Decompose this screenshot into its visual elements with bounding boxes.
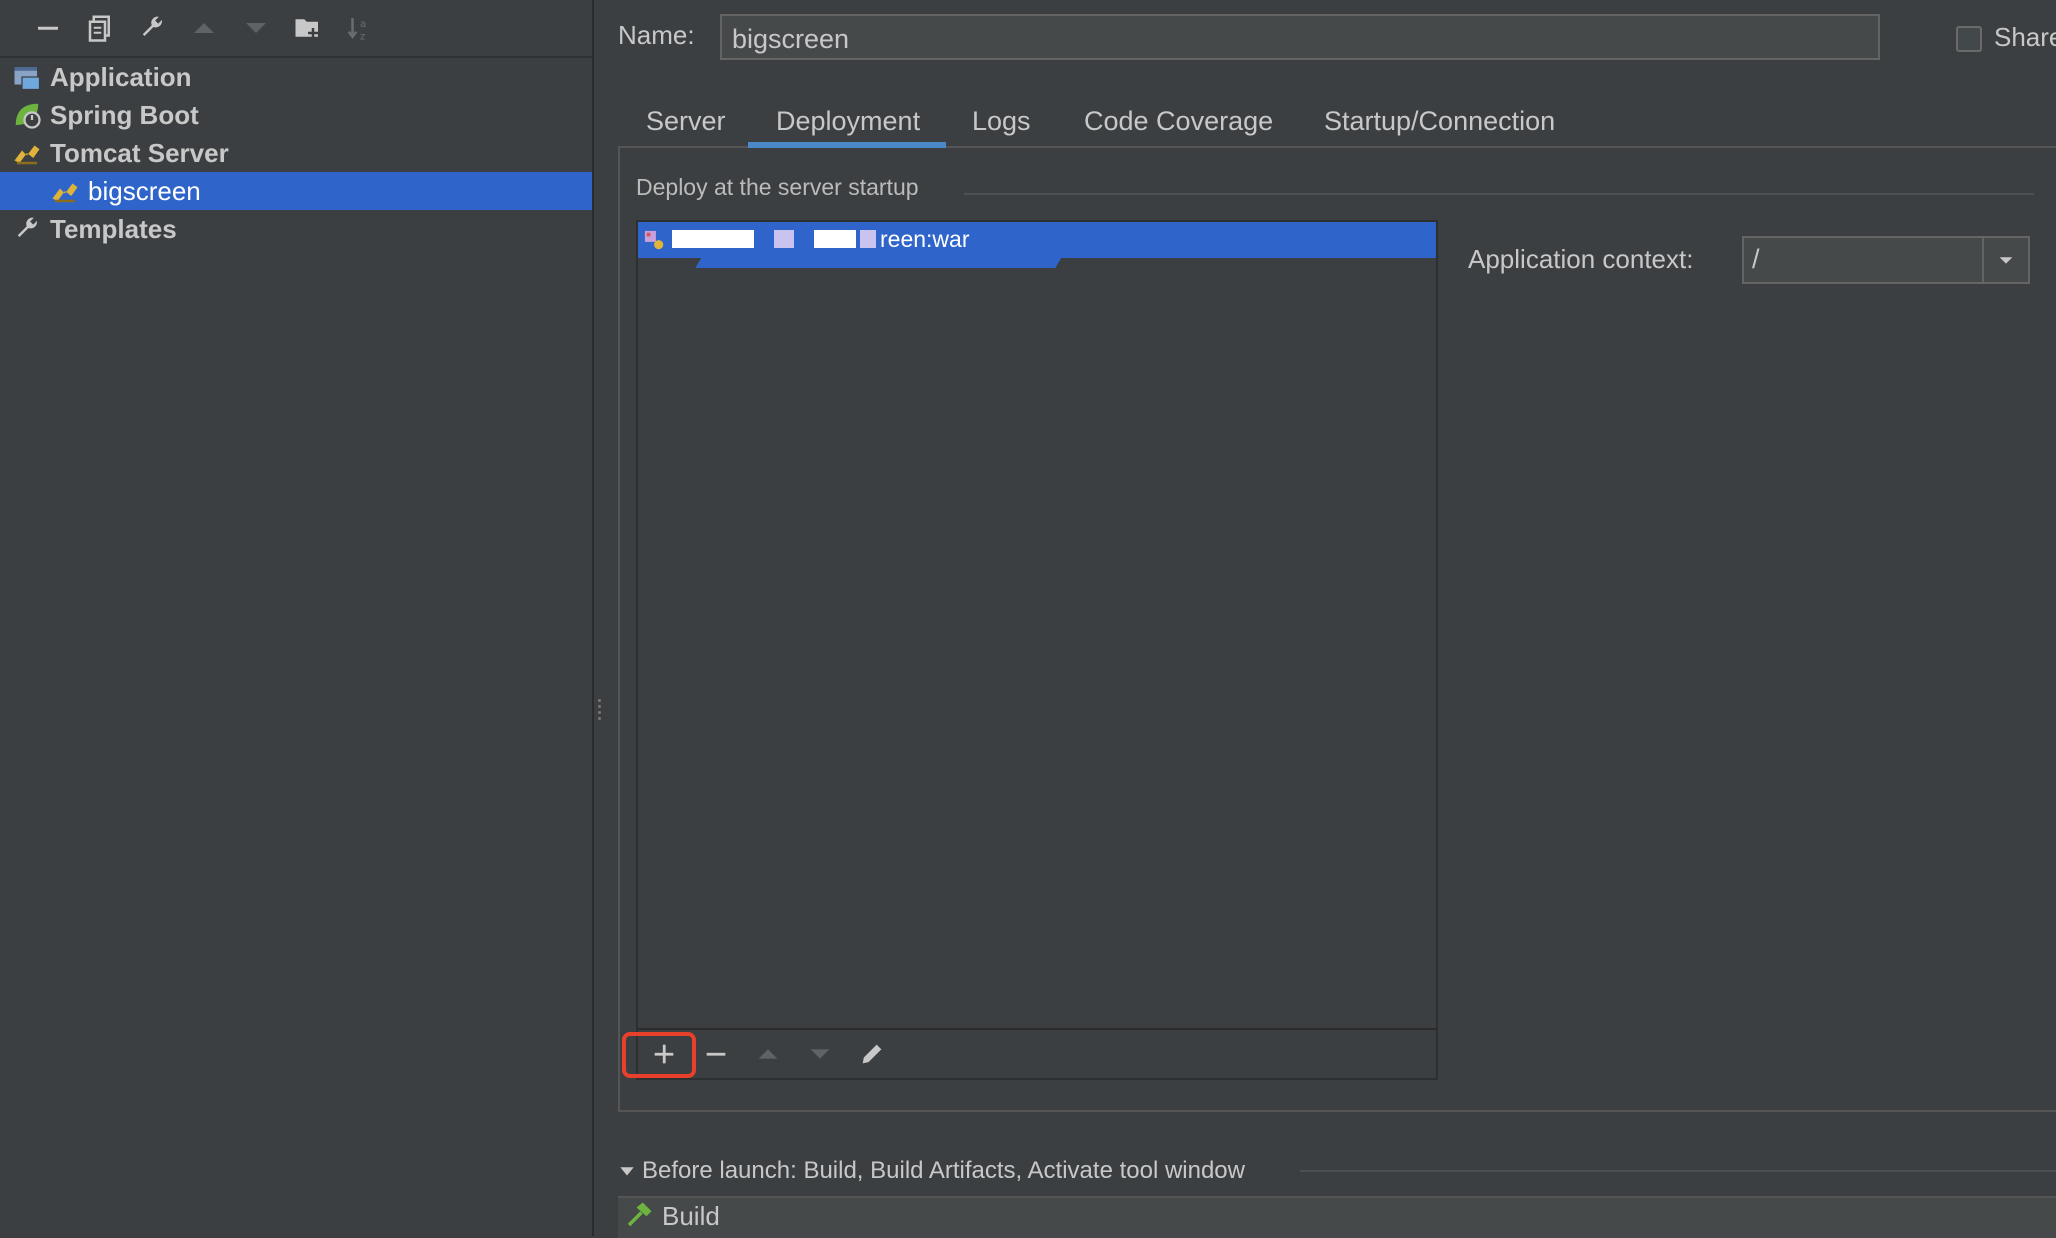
redaction-mark [814,230,856,248]
application-context-value: / [1752,244,1760,274]
move-up-icon [750,1036,786,1072]
tab-logs[interactable]: Logs [972,96,1031,146]
svg-text:a: a [360,19,366,30]
name-label: Name: [618,20,695,50]
tree-item-label: Application [50,61,192,92]
chevron-down-icon[interactable] [1990,246,2022,274]
application-icon [12,62,42,92]
tree-item-bigscreen[interactable]: bigscreen [50,172,201,210]
wrench-icon[interactable] [134,10,170,46]
edit-icon[interactable] [854,1036,890,1072]
application-context-combobox[interactable] [1742,236,2030,284]
artifact-list[interactable] [636,220,1438,1080]
redaction-mark [774,230,794,248]
svg-text:z: z [360,31,365,42]
artifact-icon [644,230,666,252]
before-launch-task-label: Build [662,1201,720,1231]
hammer-icon [624,1200,654,1230]
new-folder-icon[interactable] [290,10,326,46]
tree-item-spring-boot[interactable]: Spring Boot [12,96,199,134]
tab-server[interactable]: Server [646,96,726,146]
before-launch-task-row[interactable] [618,1196,2056,1238]
tree-item-label: bigscreen [88,175,201,206]
add-icon[interactable] [646,1036,682,1072]
tomcat-icon [12,138,42,168]
move-down-icon [238,10,274,46]
move-up-icon [186,10,222,46]
tree-item-templates[interactable]: Templates [12,210,177,248]
copy-icon[interactable] [82,10,118,46]
tomcat-icon [50,176,80,206]
name-input[interactable]: bigscreen [720,14,1880,60]
tree-item-label: Spring Boot [50,99,199,130]
collapse-triangle-icon[interactable] [618,1162,636,1180]
tab-code-coverage[interactable]: Code Coverage [1084,96,1273,146]
remove-icon[interactable] [698,1036,734,1072]
combobox-separator [1982,238,1984,282]
tab-deployment[interactable]: Deployment [776,96,920,146]
section-divider [964,193,2034,195]
tree-item-application[interactable]: Application [12,58,192,96]
share-checkbox[interactable] [1956,26,1982,52]
section-divider [1300,1170,2056,1172]
panel-splitter-handle[interactable] [596,696,604,728]
tree-item-label: Templates [50,213,177,244]
redaction-mark [672,230,754,248]
application-context-label: Application context: [1468,244,1694,274]
spring-boot-icon [12,100,42,130]
artifact-label: reen:war [880,226,970,252]
before-launch-label: Before launch: Build, Build Artifacts, A… [642,1157,1245,1184]
tab-startup-connection[interactable]: Startup/Connection [1324,96,1555,146]
sort-icon: az [342,10,378,46]
minus-icon[interactable] [30,10,66,46]
move-down-icon [802,1036,838,1072]
deploy-section-title: Deploy at the server startup [636,174,919,200]
tree-item-label: Tomcat Server [50,137,229,168]
redaction-mark [695,252,1065,268]
share-label: Share [1994,22,2056,52]
redaction-mark [860,230,876,248]
tree-item-tomcat-server[interactable]: Tomcat Server [12,134,229,172]
wrench-icon [12,214,42,244]
